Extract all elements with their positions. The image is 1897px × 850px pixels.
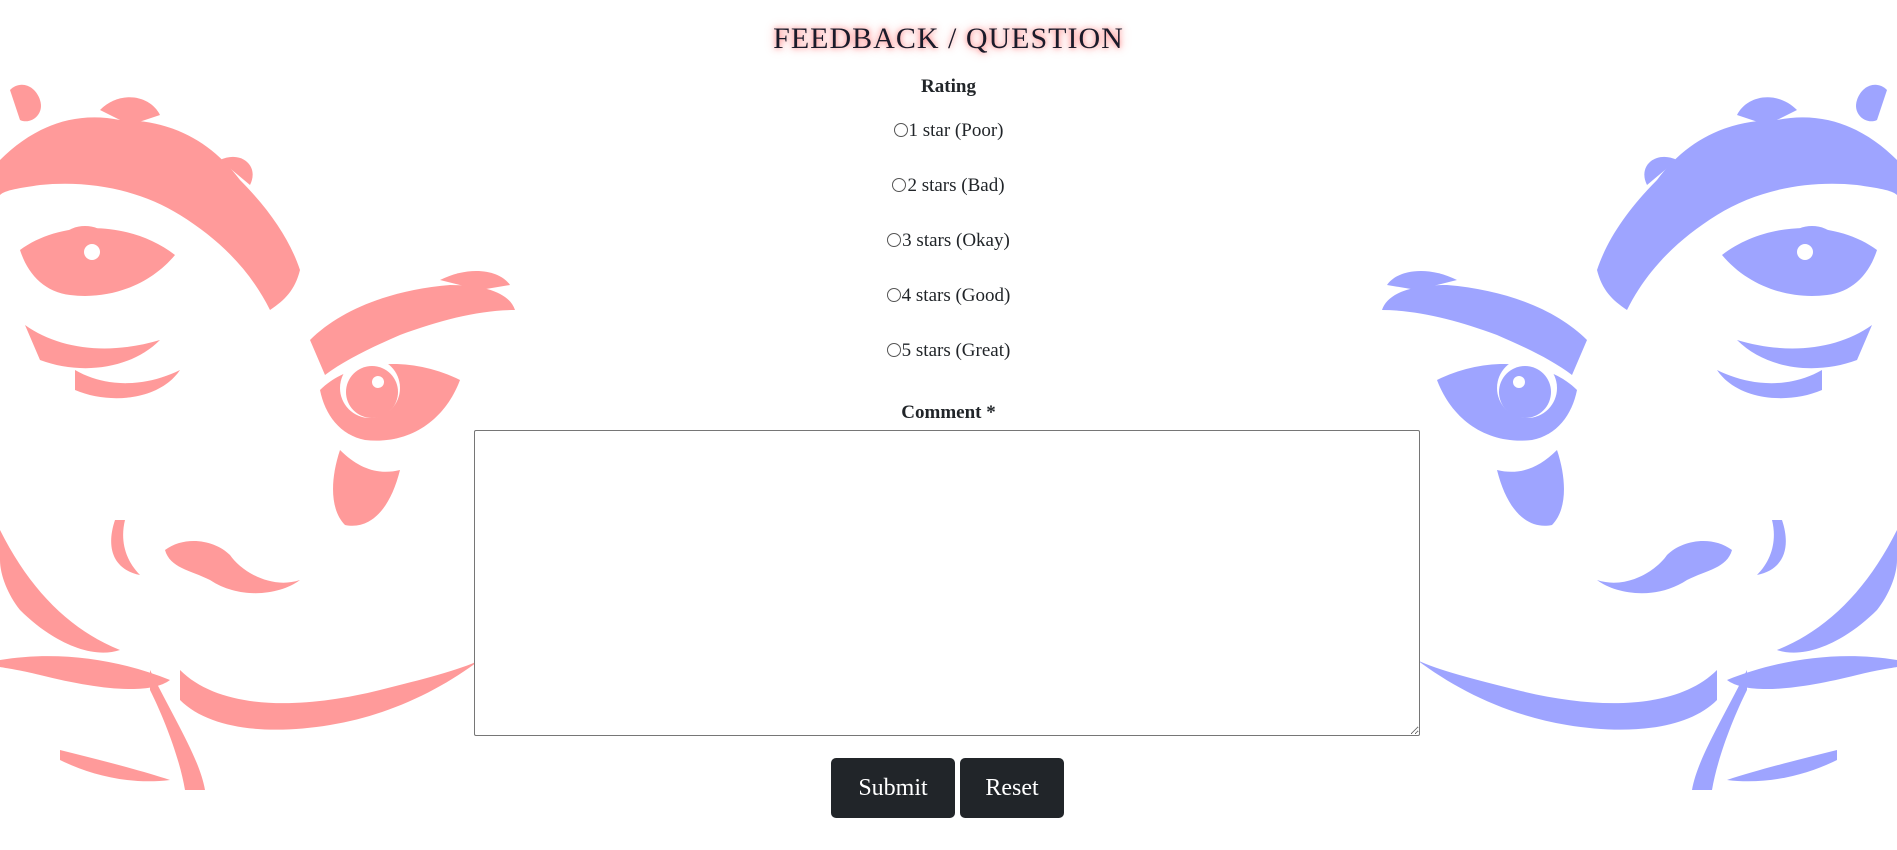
feedback-page: FEEDBACK / QUESTION Rating 1 star (Poor)…: [0, 0, 1897, 850]
rating-option-3[interactable]: 3 stars (Okay): [0, 229, 1897, 253]
rating-label: Rating: [921, 76, 976, 97]
radio-button-4-stars[interactable]: [886, 288, 901, 302]
rating-option-2[interactable]: 2 stars (Bad): [0, 174, 1897, 198]
radio-button-5-stars[interactable]: [886, 343, 901, 357]
radio-button-2-stars[interactable]: [892, 178, 907, 192]
rating-option-label: 2 stars (Bad): [907, 175, 1005, 196]
page-title: FEEDBACK / QUESTION: [773, 22, 1124, 55]
reset-button[interactable]: Reset: [960, 758, 1064, 818]
radio-button-1-star[interactable]: [893, 123, 908, 137]
rating-option-1[interactable]: 1 star (Poor): [0, 119, 1897, 143]
rating-option-label: 4 stars (Good): [901, 285, 1011, 306]
comment-label: Comment *: [901, 402, 996, 423]
comment-textarea[interactable]: [474, 430, 1420, 736]
radio-button-3-stars[interactable]: [887, 233, 902, 247]
submit-button[interactable]: Submit: [831, 758, 955, 818]
rating-option-label: 5 stars (Great): [901, 340, 1011, 361]
rating-option-label: 3 stars (Okay): [902, 230, 1010, 251]
rating-option-4[interactable]: 4 stars (Good): [0, 284, 1897, 308]
rating-option-5[interactable]: 5 stars (Great): [0, 339, 1897, 363]
rating-option-label: 1 star (Poor): [908, 120, 1004, 141]
